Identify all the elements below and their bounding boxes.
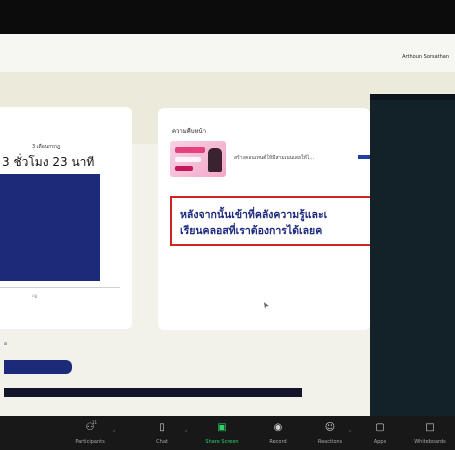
stat-caption: 3 เดือนกรกฎ	[32, 144, 61, 150]
meeting-toolbar: ⚇ 11 Participants ⌃ ▯ Chat ⌃ ▣ Share Scr…	[0, 416, 455, 450]
apps-label: Apps	[373, 439, 387, 445]
participants-caret-icon[interactable]: ⌃	[112, 430, 116, 436]
whiteboards-button[interactable]: □ Whiteboards	[408, 422, 452, 445]
thumbnail-text-strip	[175, 157, 201, 162]
record-button[interactable]: ◉ Record	[256, 422, 300, 445]
share-screen-label: Share Screen	[205, 439, 239, 445]
participants-count: 11	[92, 420, 98, 425]
thumbnail-badge	[175, 166, 193, 171]
share-screen-icon: ▣	[217, 422, 227, 433]
panel-title: ความคืบหน้า	[172, 128, 206, 135]
course-title[interactable]: สร้างคอนเทนต์ให้มีสามเนนเดยให้ไ…	[234, 154, 314, 162]
share-screen-button[interactable]: ▣ Share Screen	[200, 422, 244, 445]
participants-icon: ⚇	[85, 422, 95, 433]
progress-track-bar	[4, 388, 302, 397]
stat-value: 3 ชั่วโมง 23 นาที	[2, 155, 95, 169]
user-name: Arthoun Sorsathan	[402, 54, 449, 60]
progress-indicator	[358, 155, 370, 159]
thumbnail-title-strip	[175, 147, 205, 153]
chat-caret-icon[interactable]: ⌃	[184, 430, 188, 436]
chat-label: Chat	[156, 439, 168, 445]
video-panel-edge	[370, 94, 455, 100]
record-label: Record	[269, 439, 287, 445]
thumbnail-person-figure	[208, 148, 222, 172]
callout-line-2: เรียนคลอสที่เราต้องการได้เลยค	[180, 225, 323, 237]
section-label: อ	[4, 341, 8, 347]
video-thumbnail-panel	[370, 94, 455, 416]
apps-button[interactable]: ▢ Apps	[358, 422, 402, 445]
callout-line-1: หลังจากนั้นเข้าที่คลังความรู้และเ	[180, 209, 328, 221]
shared-screen: Arthoun Sorsathan 3 เดือนกรกฎ 3 ชั่วโมง …	[0, 34, 455, 416]
chart-axis-line	[0, 287, 120, 288]
blue-pill-bar	[4, 360, 72, 374]
chart-bar	[0, 174, 100, 281]
chat-button[interactable]: ▯ Chat	[140, 422, 184, 445]
record-icon: ◉	[273, 422, 283, 433]
course-thumbnail[interactable]	[170, 141, 226, 177]
progress-chart-panel: 3 เดือนกรกฎ 3 ชั่วโมง 23 นาที ภฏ	[0, 107, 132, 329]
shared-screen-topbar: Arthoun Sorsathan	[0, 34, 455, 73]
participants-button[interactable]: ⚇ 11 Participants	[68, 420, 112, 445]
apps-icon: ▢	[375, 422, 385, 433]
chart-axis-tick: ภฏ	[32, 293, 38, 298]
reactions-button[interactable]: ☺ Reactions	[308, 422, 352, 445]
reactions-icon: ☺	[324, 422, 336, 433]
whiteboards-label: Whiteboards	[414, 439, 446, 445]
reactions-caret-icon[interactable]: ⌃	[348, 430, 352, 436]
course-progress-panel: ความคืบหน้า สร้างคอนเทนต์ให้มีสามเนนเดยใ…	[158, 108, 378, 330]
reactions-label: Reactions	[317, 439, 343, 445]
instruction-callout: หลังจากนั้นเข้าที่คลังความรู้และเ เรียนค…	[170, 196, 378, 246]
whiteboards-icon: □	[425, 422, 435, 433]
participants-label: Participants	[75, 439, 105, 445]
chat-icon: ▯	[159, 422, 165, 433]
